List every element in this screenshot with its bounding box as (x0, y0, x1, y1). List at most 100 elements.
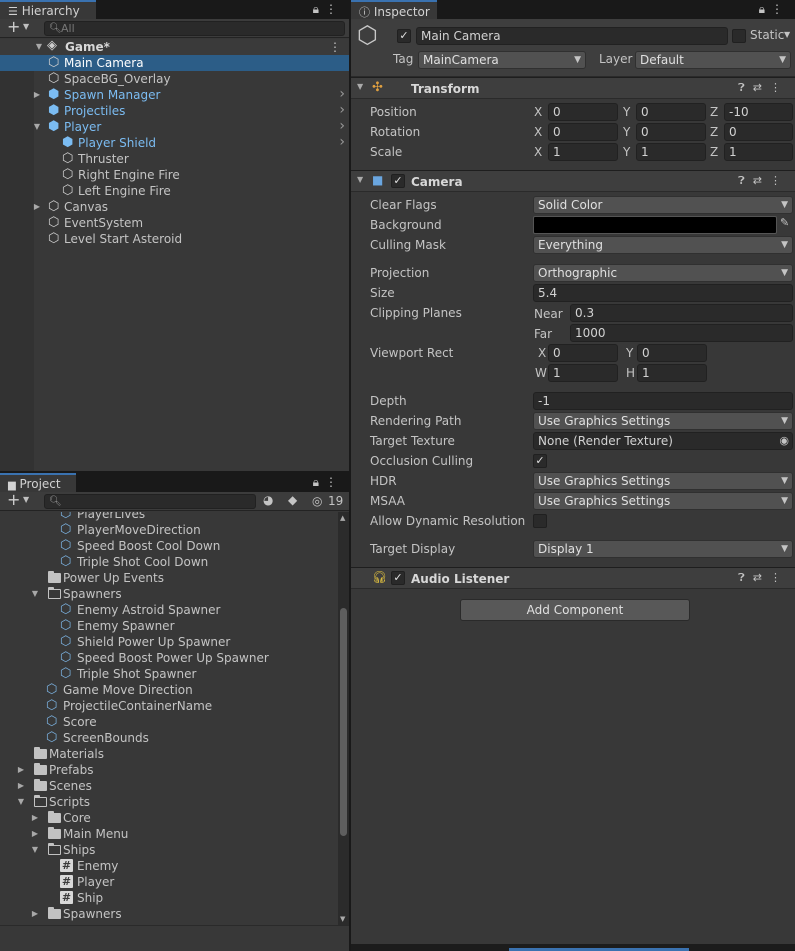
rotation-x-field[interactable]: 0 (548, 123, 618, 141)
culling-mask-dropdown[interactable]: Everything ▼ (533, 236, 793, 254)
project-item[interactable]: # Enemy (0, 858, 338, 874)
scene-row[interactable]: ▼ ◈ Game* ⋮ (0, 38, 349, 55)
scroll-up-icon[interactable]: ▲ (340, 514, 345, 522)
scene-kebab-icon[interactable]: ⋮ (329, 39, 341, 55)
tag-dropdown[interactable]: MainCamera ▼ (418, 51, 586, 69)
hdr-dropdown[interactable]: Use Graphics Settings ▼ (533, 472, 793, 490)
fold-closed-icon[interactable]: ▶ (30, 906, 40, 922)
fold-open-icon[interactable]: ▼ (30, 842, 40, 858)
add-icon[interactable]: + (7, 19, 20, 36)
fold-open-icon[interactable]: ▼ (32, 119, 42, 135)
hierarchy-tab[interactable]: ☰ Hierarchy (0, 0, 96, 19)
eyedropper-icon[interactable]: ✎ (780, 216, 789, 229)
project-item[interactable]: ⬡ PlayerLives (0, 512, 338, 522)
hierarchy-item[interactable]: ⬡ Level Start Asteroid (0, 231, 349, 247)
fold-open-icon[interactable]: ▼ (30, 586, 40, 602)
object-picker-icon[interactable]: ◉ (779, 433, 789, 449)
position-y-field[interactable]: 0 (636, 103, 706, 121)
fold-closed-icon[interactable]: ▶ (32, 199, 42, 215)
rotation-y-field[interactable]: 0 (636, 123, 706, 141)
scroll-down-icon[interactable]: ▼ (340, 915, 345, 923)
project-item[interactable]: ⬡ ProjectileContainerName (0, 698, 338, 714)
project-item[interactable]: ⬡ Shield Power Up Spawner (0, 634, 338, 650)
occlusion-culling-checkbox[interactable]: ✓ (533, 454, 547, 468)
fold-closed-icon[interactable]: ▶ (16, 762, 26, 778)
near-field[interactable]: 0.3 (570, 304, 793, 322)
project-item[interactable]: ⬡ Triple Shot Spawner (0, 666, 338, 682)
add-dropdown-chevron-icon[interactable]: ▼ (23, 22, 29, 31)
kebab-menu-icon[interactable]: ⋮ (770, 174, 789, 187)
target-display-dropdown[interactable]: Display 1 ▼ (533, 540, 793, 558)
hierarchy-search-input[interactable]: 🔍︎ All (44, 21, 345, 36)
preset-icon[interactable]: ⇄ (753, 571, 770, 584)
project-item[interactable]: ⬡ PlayerMoveDirection (0, 522, 338, 538)
position-x-field[interactable]: 0 (548, 103, 618, 121)
audio-listener-header[interactable]: 🎧︎ ✓ Audio Listener ❓︎⇄⋮ (351, 567, 795, 589)
search-by-label-icon[interactable]: ◆ (288, 493, 297, 507)
project-scrollbar-thumb[interactable] (340, 608, 347, 836)
position-z-field[interactable]: -10 (724, 103, 793, 121)
hierarchy-item[interactable]: ▶ ⬡ Canvas (0, 199, 349, 215)
scale-x-field[interactable]: 1 (548, 143, 618, 161)
project-item[interactable]: Power Up Events (0, 570, 338, 586)
project-item[interactable]: # Ship (0, 890, 338, 906)
inspector-tab-menu[interactable]: 🔒︎⋮ (759, 2, 789, 17)
project-item[interactable]: Materials (0, 746, 338, 762)
project-tab[interactable]: ▆ Project (0, 473, 76, 492)
project-item[interactable]: ▶ Prefabs (0, 762, 338, 778)
viewport-w-field[interactable]: 1 (548, 364, 618, 382)
hierarchy-item[interactable]: ▼ ⬢ Player › (0, 118, 349, 135)
hierarchy-item[interactable]: ⬡ Thruster (0, 151, 349, 167)
hierarchy-item[interactable]: ⬢ Player Shield › (0, 134, 349, 151)
hierarchy-item[interactable]: ⬡ SpaceBG_Overlay (0, 71, 349, 87)
fold-closed-icon[interactable]: ▶ (16, 778, 26, 794)
object-name-field[interactable]: Main Camera (416, 27, 728, 45)
fold-closed-icon[interactable]: ▶ (32, 87, 42, 103)
viewport-y-field[interactable]: 0 (637, 344, 707, 362)
project-item[interactable]: ⬡ Game Move Direction (0, 682, 338, 698)
help-icon[interactable]: ❓︎ (738, 571, 753, 584)
project-item[interactable]: # Player (0, 874, 338, 890)
layer-dropdown[interactable]: Default ▼ (635, 51, 791, 69)
inspector-tab[interactable]: ⓘ Inspector (351, 0, 437, 19)
project-item[interactable]: ▶ Core (0, 810, 338, 826)
viewport-h-field[interactable]: 1 (637, 364, 707, 382)
project-item[interactable]: ▶ Spawners (0, 906, 338, 922)
chevron-right-icon[interactable]: › (339, 134, 345, 150)
kebab-menu-icon[interactable]: ⋮ (771, 2, 789, 16)
preset-icon[interactable]: ⇄ (753, 174, 770, 187)
fold-open-icon[interactable]: ▼ (357, 175, 363, 184)
kebab-menu-icon[interactable]: ⋮ (770, 81, 789, 94)
camera-header[interactable]: ▼ ■ ✓ Camera ❓︎⇄⋮ (351, 170, 795, 192)
hierarchy-tab-menu[interactable]: 🔒︎⋮ (313, 2, 343, 17)
hierarchy-item[interactable]: ▶ ⬢ Spawn Manager › (0, 86, 349, 103)
fold-closed-icon[interactable]: ▶ (30, 810, 40, 826)
hierarchy-item[interactable]: ⬡ Main Camera (0, 55, 349, 71)
project-item[interactable]: ⬡ Triple Shot Cool Down (0, 554, 338, 570)
search-by-type-icon[interactable]: ◕ (263, 493, 273, 507)
kebab-menu-icon[interactable]: ⋮ (770, 571, 789, 584)
project-item[interactable]: ▶ Scenes (0, 778, 338, 794)
fold-closed-icon[interactable]: ▶ (30, 826, 40, 842)
add-icon[interactable]: + (7, 492, 20, 509)
project-item[interactable]: ▼ Spawners (0, 586, 338, 602)
lock-icon[interactable]: 🔒︎ (759, 2, 771, 16)
far-field[interactable]: 1000 (570, 324, 793, 342)
project-item[interactable]: ▶ Main Menu (0, 826, 338, 842)
kebab-menu-icon[interactable]: ⋮ (325, 475, 343, 489)
hierarchy-item[interactable]: ⬡ Left Engine Fire (0, 183, 349, 199)
depth-field[interactable]: -1 (533, 392, 793, 410)
fold-open-icon[interactable]: ▼ (34, 39, 44, 55)
size-field[interactable]: 5.4 (533, 284, 793, 302)
lock-icon[interactable]: 🔒︎ (313, 2, 325, 16)
project-item[interactable]: ⬡ Enemy Astroid Spawner (0, 602, 338, 618)
help-icon[interactable]: ❓︎ (738, 81, 753, 94)
add-component-button[interactable]: Add Component (460, 599, 690, 621)
help-icon[interactable]: ❓︎ (738, 174, 753, 187)
transform-header[interactable]: ▼ ✣ Transform ❓︎⇄⋮ (351, 77, 795, 99)
active-checkbox[interactable]: ✓ (397, 29, 411, 43)
msaa-dropdown[interactable]: Use Graphics Settings ▼ (533, 492, 793, 510)
project-tab-menu[interactable]: 🔒︎⋮ (313, 475, 343, 490)
chevron-right-icon[interactable]: › (339, 86, 345, 102)
project-item[interactable]: ⬡ Speed Boost Cool Down (0, 538, 338, 554)
